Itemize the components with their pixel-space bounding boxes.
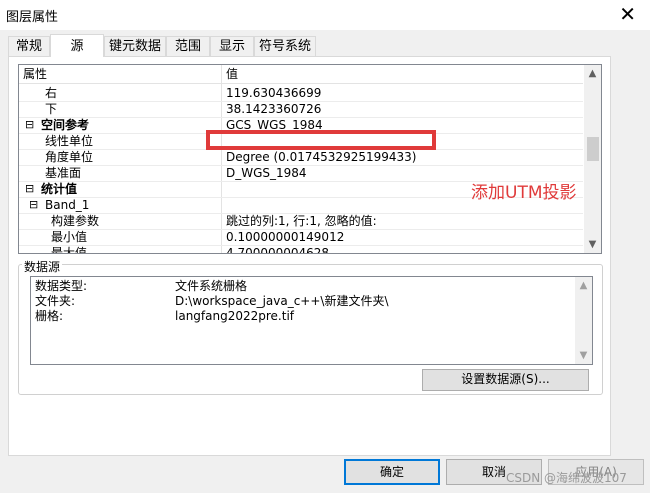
datasource-textbox[interactable]: 数据类型: 文件系统栅格 文件夹: D:\workspace_java_c++\… (30, 276, 593, 365)
row-label: 最小值 (51, 230, 88, 244)
datasource-scrollbar[interactable]: ▲ ▼ (575, 277, 592, 364)
tab-symbology[interactable]: 符号系统 (254, 36, 316, 56)
grid-row-angular-unit[interactable]: 角度单位 Degree (0.0174532925199433) (19, 149, 583, 166)
grid-row-bottom[interactable]: 下 38.1423360726 (19, 101, 583, 118)
row-value: 跳过的列:1, 行:1, 忽略的值: (226, 214, 377, 228)
row-value: 38.1423360726 (226, 102, 322, 116)
annotation-text: 添加UTM投影 (471, 183, 577, 203)
set-datasource-button[interactable]: 设置数据源(S)... (422, 369, 589, 391)
datasource-value: D:\workspace_java_c++\新建文件夹\ (175, 294, 389, 308)
scroll-up-icon[interactable]: ▲ (575, 277, 592, 294)
row-label: 构建参数 (51, 214, 100, 228)
ok-button[interactable]: 确定 (344, 459, 440, 485)
window-title: 图层属性 (6, 10, 59, 25)
tab-key-metadata[interactable]: 键元数据 (104, 36, 166, 56)
scroll-up-icon[interactable]: ▲ (584, 65, 601, 82)
datasource-line: 数据类型: 文件系统栅格 (35, 279, 247, 294)
row-label: 线性单位 (45, 134, 94, 148)
row-value: 4.700000004628 (226, 246, 330, 254)
datasource-line: 文件夹: D:\workspace_java_c++\新建文件夹\ (35, 294, 389, 309)
scroll-thumb[interactable] (587, 137, 599, 161)
datasource-value: langfang2022pre.tif (175, 309, 294, 323)
grid-row-build-params[interactable]: 构建参数 跳过的列:1, 行:1, 忽略的值: (19, 213, 583, 230)
highlight-box (206, 130, 436, 150)
tab-extent[interactable]: 范围 (166, 36, 210, 56)
datasource-key: 文件夹: (35, 294, 76, 308)
row-label: 统计值 (41, 182, 78, 196)
datasource-label: 数据源 (22, 258, 63, 275)
row-label: Band_1 (45, 198, 90, 212)
datasource-key: 栅格: (35, 309, 64, 323)
datasource-key: 数据类型: (35, 279, 88, 293)
row-label: 下 (45, 102, 58, 116)
tab-general[interactable]: 常规 (8, 36, 50, 56)
collapse-icon[interactable]: ⊟ (25, 181, 34, 197)
grid-header: 属性 值 (19, 65, 583, 84)
row-value: D_WGS_1984 (226, 166, 307, 180)
grid-row-right[interactable]: 右 119.630436699 (19, 85, 583, 102)
row-value: 119.630436699 (226, 86, 322, 100)
row-label: 角度单位 (45, 150, 94, 164)
title-bar: 图层属性 ✕ (0, 0, 650, 30)
grid-row-min[interactable]: 最小值 0.10000000149012 (19, 229, 583, 246)
scroll-down-icon[interactable]: ▼ (575, 347, 592, 364)
row-label: 空间参考 (41, 118, 90, 132)
row-label: 基准面 (45, 166, 82, 180)
header-value: 值 (226, 67, 239, 81)
row-value: Degree (0.0174532925199433) (226, 150, 417, 164)
row-value: 0.10000000149012 (226, 230, 345, 244)
grid-row-max[interactable]: 最大值 4.700000004628 (19, 245, 583, 254)
collapse-icon[interactable]: ⊟ (29, 197, 38, 213)
watermark: CSDN @海绵波波107 (506, 471, 627, 485)
tab-display[interactable]: 显示 (210, 36, 254, 56)
scroll-down-icon[interactable]: ▼ (584, 236, 601, 253)
row-label: 最大值 (51, 246, 88, 254)
header-property: 属性 (23, 67, 48, 81)
collapse-icon[interactable]: ⊟ (25, 117, 34, 133)
property-grid[interactable]: 属性 值 右 119.630436699 下 38.1423360726 ⊟ 空… (18, 64, 602, 254)
tab-source[interactable]: 源 (50, 34, 104, 57)
grid-scrollbar[interactable]: ▲ ▼ (584, 65, 601, 253)
datasource-line: 栅格: langfang2022pre.tif (35, 309, 294, 324)
row-label: 右 (45, 86, 58, 100)
close-icon[interactable]: ✕ (619, 2, 636, 26)
datasource-value: 文件系统栅格 (175, 279, 248, 293)
